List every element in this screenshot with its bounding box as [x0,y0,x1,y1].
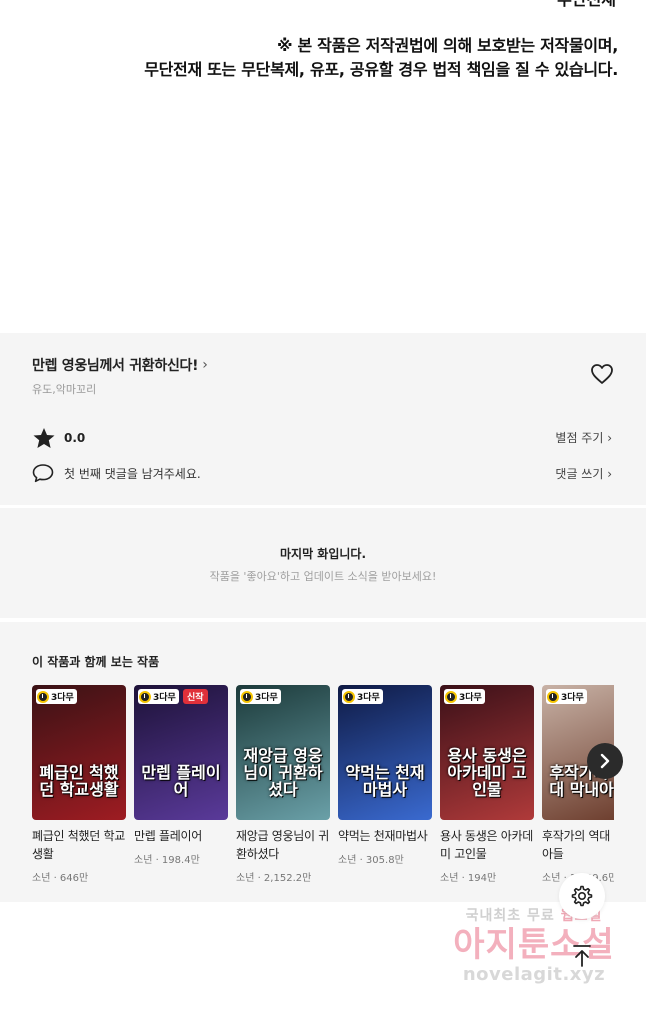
recommendation-meta: 소년 · 305.8만 [338,855,404,866]
recommendation-title[interactable]: 폐급인 척했던 학교생활 [32,827,126,863]
recommendation-cover[interactable]: 만렙 플레이어 3다무 신작 [134,685,228,820]
write-comment-button[interactable]: 댓글 쓰기 › [555,465,612,482]
work-info-panel: 만렙 영웅님께서 귀환하신다! › 유도,악마꼬리 0.0 별점 주기 › 첫 … [0,333,646,505]
work-authors: 유도,악마꼬리 [32,383,97,396]
chevron-right-icon [600,753,610,769]
recommendation-title[interactable]: 용사 동생은 아카데미 고인물 [440,827,534,863]
watermark-line-1a: 국내최초 무료 [465,908,555,924]
copyright-line-2: 무단전재 또는 무단복제, 유포, 공유할 경우 법적 책임을 질 수 있습니다… [144,60,618,79]
cover-title-art: 용사 동생은 아카데미 고인물 [447,746,527,799]
recommendation-card[interactable]: 폐급인 척했던 학교생활 3다무폐급인 척했던 학교생활소년 · 646만 [32,685,126,884]
cover-title-art: 만렙 플레이어 [141,763,221,799]
rating-row: 0.0 [32,427,85,449]
carousel-next-button[interactable] [587,743,623,779]
recommendation-card[interactable]: 재앙급 영웅님이 귀환하셨다 3다무재앙급 영웅님이 귀환하셨다소년 · 2,15… [236,685,330,884]
recommendation-meta: 소년 · 2,152.2만 [236,873,312,884]
recommendation-card[interactable]: 약먹는 천재마법사 3다무약먹는 천재마법사소년 · 305.8만 [338,685,432,866]
clock-icon [241,690,253,703]
wait-free-badge: 3다무 [444,689,485,704]
copyright-notice: ※ 본 작품은 저작권법에 의해 보호받는 저작물이며, 무단전재 또는 무단복… [144,34,618,82]
gear-icon [571,885,593,907]
rate-button[interactable]: 별점 주기 › [555,429,612,446]
wait-free-label: 3다무 [51,693,74,703]
rating-value: 0.0 [64,431,86,445]
wait-free-label: 3다무 [255,693,278,703]
copyright-line-1: ※ 본 작품은 저작권법에 의해 보호받는 저작물이며, [276,36,618,55]
cover-title-art: 약먹는 천재마법사 [345,763,425,799]
work-title-link[interactable]: 만렙 영웅님께서 귀환하신다! › [32,355,208,375]
recommendation-title[interactable]: 약먹는 천재마법사 [338,827,432,845]
wait-free-label: 3다무 [153,693,176,703]
recommendation-meta: 소년 · 198.4만 [134,855,200,866]
heart-icon[interactable] [590,363,614,385]
clock-icon [547,690,559,703]
star-icon [33,428,55,448]
recommendation-cover[interactable]: 재앙급 영웅님이 귀환하셨다 3다무 [236,685,330,820]
recommendation-meta: 소년 · 194만 [440,873,497,884]
recommendation-meta: 소년 · 646만 [32,873,89,884]
wait-free-badge: 3다무 [342,689,383,704]
copyright-partial-line: 무단전재 [557,0,616,10]
recommendation-card[interactable]: 후작가의 역대 막내아들3다무후작가의 역대 막내아들소년 · 1,229.6만 [542,685,614,884]
wait-free-badge: 3다무 [546,689,587,704]
recommendation-cover[interactable]: 용사 동생은 아카데미 고인물 3다무 [440,685,534,820]
wait-free-label: 3다무 [459,693,482,703]
scroll-to-top-button[interactable] [566,940,598,972]
cover-title-art: 재앙급 영웅님이 귀환하셨다 [243,746,323,799]
clock-icon [37,690,49,703]
clock-icon [445,690,457,703]
last-episode-subtitle: 작품을 '좋아요'하고 업데이트 소식을 받아보세요! [209,570,437,583]
recommendation-card[interactable]: 용사 동생은 아카데미 고인물 3다무용사 동생은 아카데미 고인물소년 · 19… [440,685,534,884]
work-title: 만렙 영웅님께서 귀환하신다! [32,358,199,374]
comment-prompt-row[interactable]: 첫 번째 댓글을 남겨주세요. [32,463,201,483]
comment-prompt-text: 첫 번째 댓글을 남겨주세요. [64,466,201,481]
clock-icon [139,690,151,703]
recommendations-carousel: 폐급인 척했던 학교생활 3다무폐급인 척했던 학교생활소년 · 646만 만렙 플… [32,685,614,895]
wait-free-badge: 3다무 [240,689,281,704]
wait-free-badge: 3다무 [138,689,179,704]
recommendation-title[interactable]: 만렙 플레이어 [134,827,228,845]
recommendation-cover[interactable]: 약먹는 천재마법사 3다무 [338,685,432,820]
recommendation-card[interactable]: 만렙 플레이어 3다무 신작만렙 플레이어소년 · 198.4만 [134,685,228,866]
new-badge: 신작 [183,689,208,704]
recommendations-title: 이 작품과 함께 보는 작품 [32,655,160,669]
speech-bubble-icon [32,464,54,483]
settings-button[interactable] [559,873,605,919]
recommendation-title[interactable]: 후작가의 역대 막내아들 [542,827,614,863]
clock-icon [343,690,355,703]
recommendations-section: 이 작품과 함께 보는 작품 폐급인 척했던 학교생활 3다무 폐급인 척했던 학교… [0,622,646,902]
cover-title-art: 폐급인 척했던 학교생활 [39,763,119,799]
wait-free-badge: 3다무 [36,689,77,704]
last-episode-title: 마지막 화입니다. [279,547,367,561]
recommendation-cover[interactable]: 폐급인 척했던 학교생활 3다무 [32,685,126,820]
last-episode-notice: 마지막 화입니다. 작품을 '좋아요'하고 업데이트 소식을 받아보세요! [0,508,646,618]
wait-free-label: 3다무 [561,693,584,703]
chevron-right-icon: › [202,357,208,373]
arrow-up-icon [573,945,591,967]
wait-free-label: 3다무 [357,693,380,703]
recommendation-title[interactable]: 재앙급 영웅님이 귀환하셨다 [236,827,330,863]
